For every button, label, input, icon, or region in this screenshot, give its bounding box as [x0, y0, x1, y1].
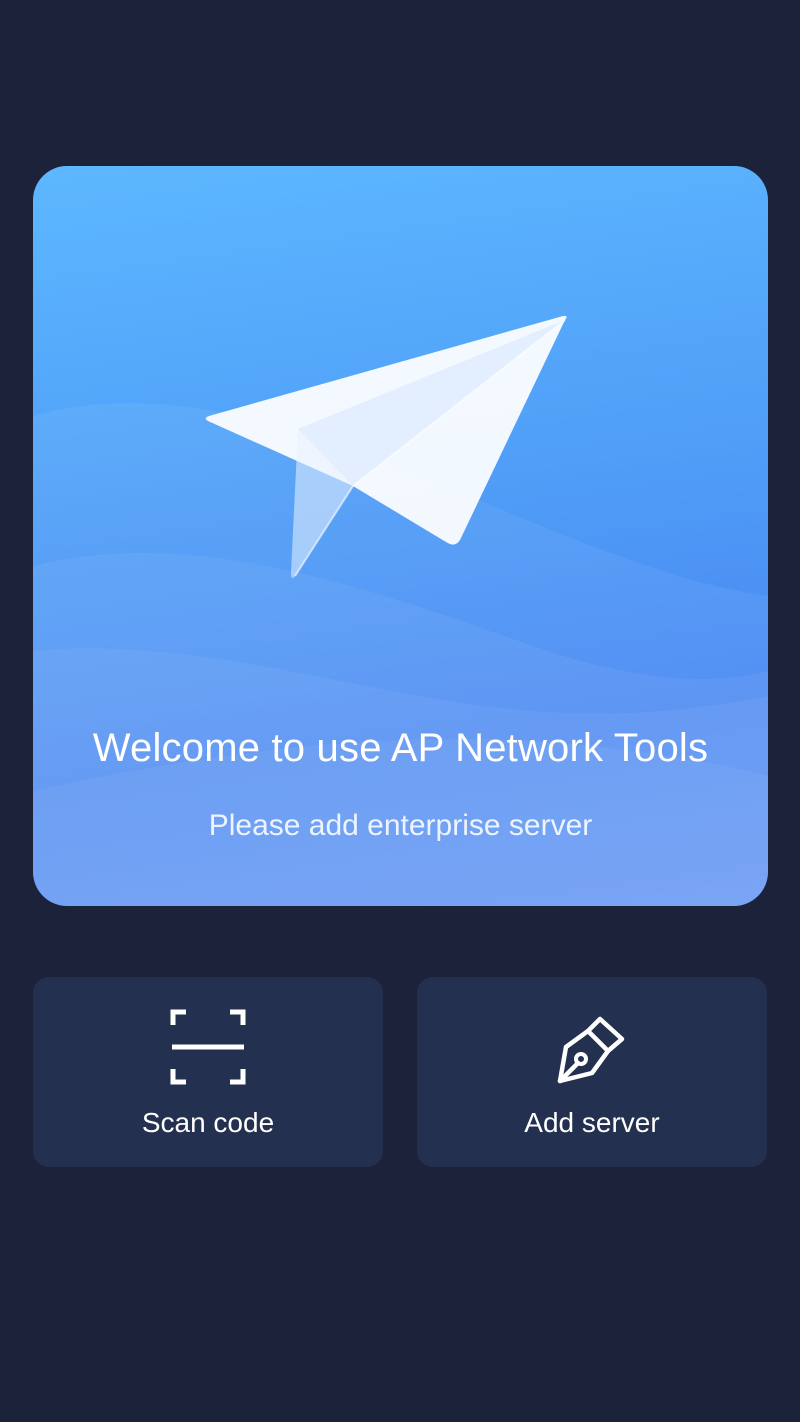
paper-plane-icon — [205, 315, 567, 579]
welcome-title: Welcome to use AP Network Tools — [92, 726, 709, 770]
welcome-subtitle: Please add enterprise server — [208, 809, 593, 842]
app-screen: Welcome to use AP Network Tools Please a… — [0, 0, 800, 1422]
pen-nib-icon — [557, 1016, 625, 1084]
scan-code-button[interactable]: Scan code — [33, 977, 383, 1167]
scan-code-label: Scan code — [141, 1107, 275, 1138]
scan-icon — [170, 1009, 246, 1085]
add-server-label: Add server — [524, 1107, 660, 1138]
welcome-card: Welcome to use AP Network Tools Please a… — [33, 166, 768, 906]
add-server-button[interactable]: Add server — [417, 977, 767, 1167]
